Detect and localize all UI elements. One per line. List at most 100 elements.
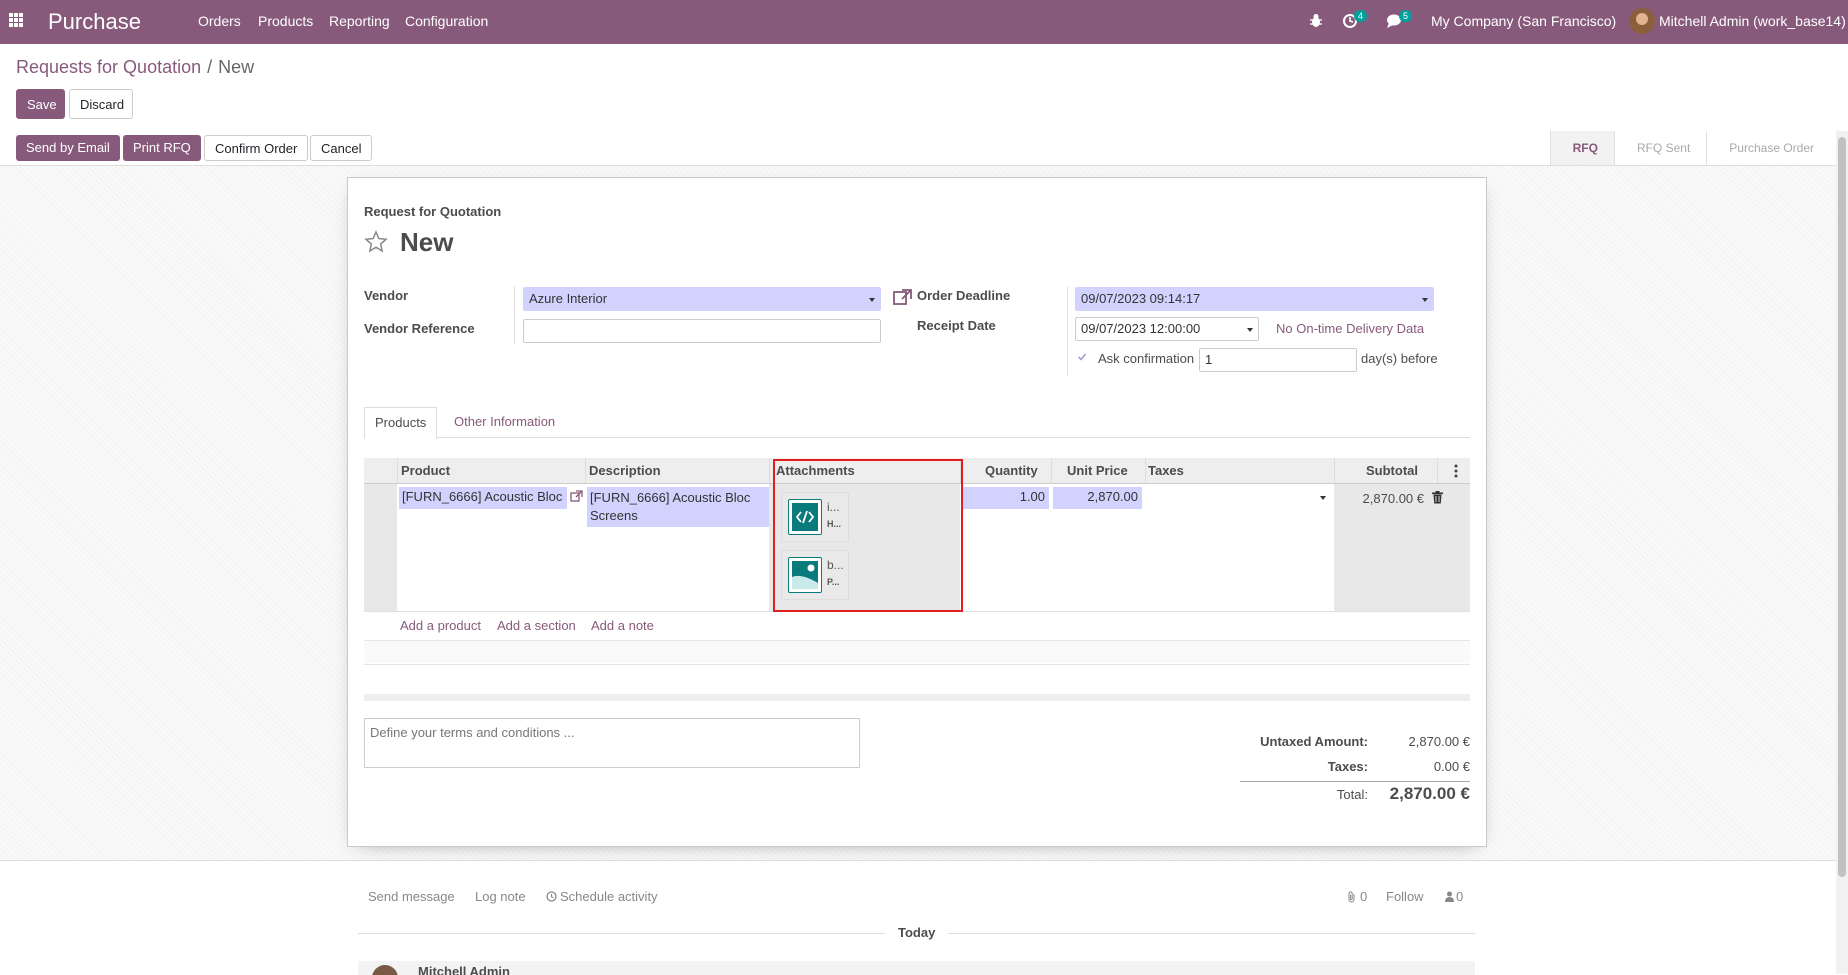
optional-columns-icon[interactable] [1454,464,1458,478]
attachment-extension: H... [827,519,842,529]
product-input[interactable]: [FURN_6666] Acoustic Bloc [399,487,567,509]
column-unit-price[interactable]: Unit Price [1067,463,1128,478]
status-step-purchase-order[interactable]: Purchase Order [1706,131,1830,165]
column-subtotal[interactable]: Subtotal [1366,463,1418,478]
chevron-down-icon [1422,298,1428,302]
log-note-button[interactable]: Log note [475,889,526,904]
attachment-name: b... [827,558,844,572]
chatter: Send message Log note Schedule activity … [0,860,1836,975]
column-separator [960,458,961,483]
vendor-field[interactable]: Azure Interior [523,287,881,311]
table-footer [364,694,1470,701]
image-file-icon [788,557,822,593]
empty-row [364,641,1470,663]
untaxed-amount-label: Untaxed Amount: [1260,734,1368,749]
ask-confirmation-label: Ask confirmation [1098,351,1195,366]
untaxed-amount-value: 2,870.00 € [1408,734,1470,749]
tab-other-information[interactable]: Other Information [444,407,565,437]
menu-configuration[interactable]: Configuration [405,13,488,29]
today-separator: Today [898,925,936,940]
tab-products[interactable]: Products [364,407,438,439]
breadcrumb-parent-link[interactable]: Requests for Quotation [16,57,201,77]
order-deadline-label: Order Deadline [917,288,1011,303]
chevron-down-icon [869,298,875,302]
add-product-link[interactable]: Add a product [400,618,481,633]
quantity-input[interactable]: 1.00 [963,487,1049,509]
taxes-value: 0.00 € [1433,759,1470,774]
subtotal-value: 2,870.00 € [1362,491,1424,506]
days-before-label: day(s) before [1361,351,1438,366]
confirmation-days-input[interactable]: 1 [1199,348,1357,372]
terms-and-conditions-field[interactable]: Define your terms and conditions ... [364,718,860,768]
field-separator [514,286,515,344]
send-message-button[interactable]: Send message [368,889,455,904]
chevron-down-icon [1320,496,1326,500]
form-sheet: Request for Quotation New Vendor Azure I… [347,177,1487,847]
user-avatar[interactable] [1629,8,1655,34]
followers-count[interactable]: 0 [1456,889,1463,904]
priority-star-icon[interactable] [364,230,388,254]
follow-button[interactable]: Follow [1386,889,1424,904]
order-deadline-field[interactable]: 09/07/2023 09:14:17 [1075,287,1434,311]
description-line: [FURN_6666] Acoustic Bloc [590,490,751,505]
column-product[interactable]: Product [401,463,450,478]
send-by-email-button[interactable]: Send by Email [16,135,120,161]
attachment-item[interactable]: i... H... [781,492,849,542]
paperclip-icon[interactable] [1347,891,1357,903]
print-rfq-button[interactable]: Print RFQ [123,135,201,161]
receipt-date-label: Receipt Date [917,318,996,333]
external-link-icon[interactable] [893,288,913,306]
receipt-date-value: 09/07/2023 12:00:00 [1081,321,1201,336]
menu-reporting[interactable]: Reporting [329,13,390,29]
status-step-rfq-sent[interactable]: RFQ Sent [1613,131,1706,165]
taxes-input[interactable] [1148,487,1328,509]
add-section-link[interactable]: Add a section [497,618,576,633]
notebook-tabs: Products Other Information [364,407,1470,439]
column-attachments[interactable]: Attachments [776,463,855,478]
status-steps: RFQ RFQ Sent Purchase Order [1549,131,1830,165]
user-menu[interactable]: Mitchell Admin (work_base14) [1659,13,1846,29]
column-separator [1437,458,1438,483]
no-delivery-data-link[interactable]: No On-time Delivery Data [1276,321,1424,336]
ask-confirmation-checkbox[interactable] [1077,352,1087,362]
cancel-button[interactable]: Cancel [310,135,373,161]
column-separator [1334,458,1335,483]
column-quantity[interactable]: Quantity [985,463,1038,478]
activity-count-badge: 4 [1354,10,1368,22]
debug-bug-icon[interactable] [1309,13,1323,29]
menu-products[interactable]: Products [258,13,313,29]
row-handle-cell [364,484,397,611]
confirm-order-button[interactable]: Confirm Order [204,135,309,161]
schedule-activity-button[interactable]: Schedule activity [560,889,658,904]
discard-button[interactable]: Discard [69,89,133,119]
followers-user-icon[interactable] [1445,891,1454,902]
control-panel: Requests for Quotation / New Save Discard [0,44,1848,132]
status-step-rfq[interactable]: RFQ [1549,131,1614,165]
divider [948,933,1475,934]
description-input[interactable]: [FURN_6666] Acoustic Bloc Screens [587,487,769,527]
taxes-label: Taxes: [1327,759,1368,774]
trash-icon[interactable] [1432,491,1443,504]
unit-price-input[interactable]: 2,870.00 [1053,487,1142,509]
external-link-icon[interactable] [570,490,583,503]
field-separator [1067,286,1068,376]
column-separator [1145,458,1146,483]
vendor-reference-input[interactable] [523,319,881,343]
attachment-name: i... [827,500,840,514]
table-row[interactable]: [FURN_6666] Acoustic Bloc [FURN_6666] Ac… [364,484,1470,612]
company-switcher[interactable]: My Company (San Francisco) [1431,13,1616,29]
column-description[interactable]: Description [589,463,661,478]
totals-divider [1240,781,1470,782]
apps-menu-icon[interactable] [9,13,23,27]
app-name[interactable]: Purchase [48,9,141,35]
attachment-item[interactable]: b... P... [781,550,849,600]
attachments-count[interactable]: 0 [1360,889,1367,904]
code-file-icon [788,499,822,535]
save-button[interactable]: Save [16,89,65,119]
column-taxes[interactable]: Taxes [1148,463,1184,478]
add-note-link[interactable]: Add a note [591,618,654,633]
menu-orders[interactable]: Orders [198,13,241,29]
total-value: 2,870.00 € [1389,784,1470,803]
page-scrollbar[interactable] [1836,131,1848,974]
receipt-date-field[interactable]: 09/07/2023 12:00:00 [1075,317,1259,341]
